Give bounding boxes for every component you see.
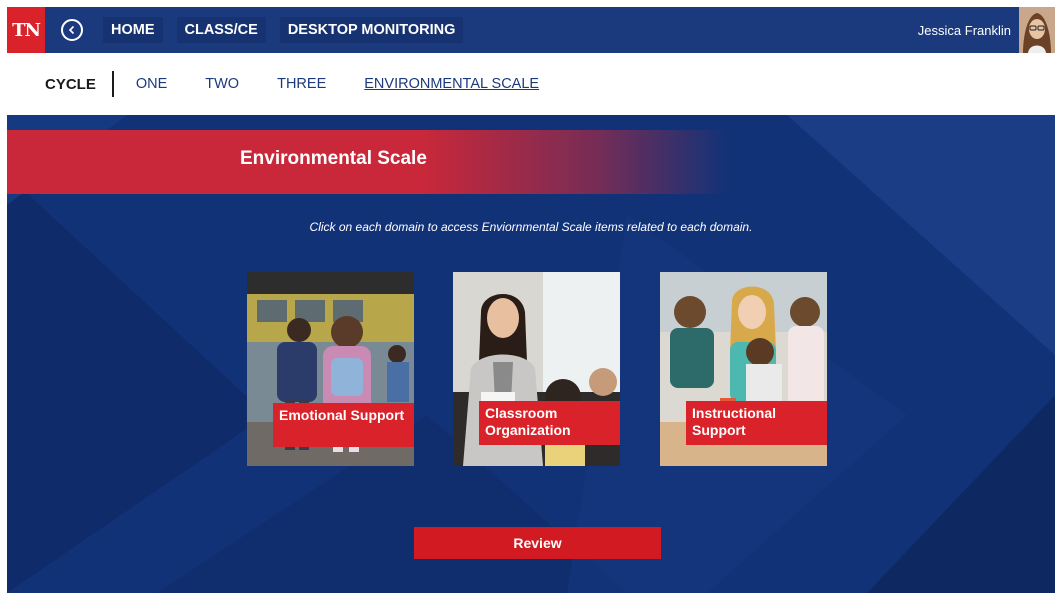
main-panel: Environmental Scale Click on each domain…	[7, 115, 1055, 593]
nav-desktop-monitoring[interactable]: DESKTOP MONITORING	[279, 17, 464, 43]
cycle-label: CYCLE	[45, 75, 96, 93]
tab-environmental-scale[interactable]: ENVIRONMENTAL SCALE	[364, 76, 539, 92]
tab-three[interactable]: THREE	[277, 76, 326, 92]
instruction-text: Click on each domain to access Enviornme…	[309, 220, 753, 234]
domain-label: Classroom Organization	[479, 401, 620, 445]
user-menu[interactable]: Jessica Franklin	[918, 7, 1055, 53]
top-nav-bar: TN HOME CLASS/CE DESKTOP MONITORING Jess…	[7, 7, 1055, 53]
tab-two[interactable]: TWO	[205, 76, 239, 92]
domain-label: Instructional Support	[686, 401, 827, 445]
cycle-bar: CYCLE ONE TWO THREE ENVIRONMENTAL SCALE	[7, 53, 1055, 115]
tn-logo[interactable]: TN	[7, 7, 45, 53]
review-button[interactable]: Review	[414, 527, 661, 559]
nav-home[interactable]: HOME	[103, 17, 163, 43]
user-avatar[interactable]	[1019, 7, 1055, 53]
domain-card-classroom-organization[interactable]: Classroom Organization	[453, 272, 620, 466]
page-title: Environmental Scale	[240, 148, 427, 169]
tab-one[interactable]: ONE	[136, 76, 167, 92]
domain-card-emotional-support[interactable]: Emotional Support	[247, 272, 414, 466]
domain-card-instructional-support[interactable]: Instructional Support	[660, 272, 827, 466]
back-circle-icon[interactable]	[61, 19, 83, 41]
user-name: Jessica Franklin	[917, 22, 1011, 38]
nav-class-ce[interactable]: CLASS/CE	[176, 17, 266, 43]
domain-label: Emotional Support	[273, 403, 414, 447]
divider	[111, 71, 114, 97]
